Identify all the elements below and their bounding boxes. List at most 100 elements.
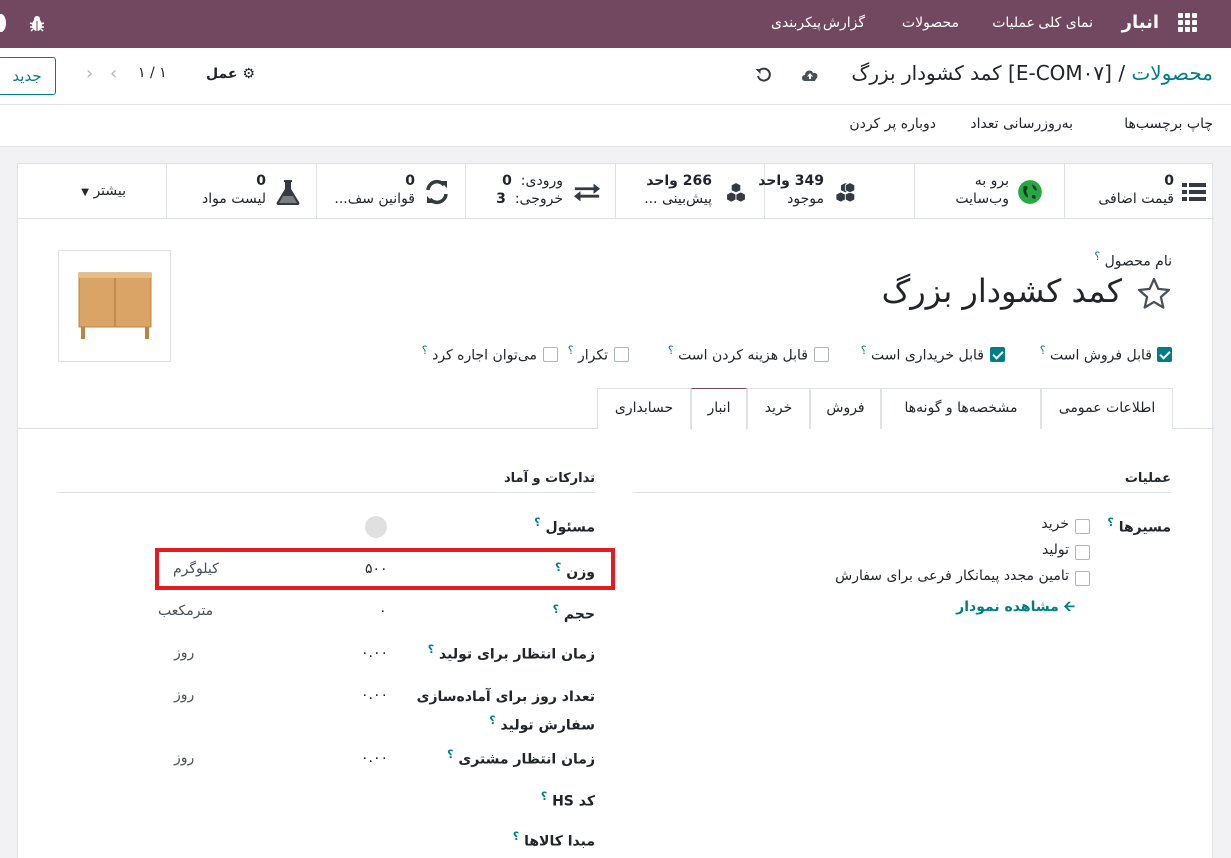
menu-reporting[interactable]: گزارش — [823, 0, 865, 48]
help-icon[interactable]: ؟ — [489, 714, 495, 727]
flask-icon — [276, 180, 300, 205]
app-brand[interactable]: انبار — [1122, 0, 1159, 48]
extra-price-label: قیمت اضافی — [1098, 191, 1174, 207]
operations-section-title: عملیات — [1124, 471, 1171, 486]
help-icon[interactable]: ؟ — [1107, 516, 1113, 529]
recurring-checkbox[interactable] — [614, 347, 629, 362]
control-panel: محصولات / [E-COM۰۷] کمد کشودار بزرگ ⚙ عم… — [0, 48, 1231, 105]
menu-operations[interactable]: عملیات — [992, 0, 1035, 48]
top-navbar: انبار نمای کلی عملیات محصولات گزارش پیکر… — [0, 0, 1231, 48]
outgoing-label: خروجی: — [514, 191, 563, 207]
action-label: عمل — [206, 66, 238, 82]
list-icon — [1182, 183, 1206, 201]
caret-down-icon: ▼ — [81, 187, 89, 198]
route-subcontract-checkbox[interactable] — [1075, 571, 1090, 586]
more-label: بیشتر — [93, 183, 126, 199]
cubes-icon — [836, 182, 856, 203]
forecast-label: پیش‌بینی ... — [644, 191, 712, 207]
bill-of-materials-button[interactable]: 0 لیست مواد — [166, 164, 316, 219]
view-diagram-label: مشاهده نمودار — [956, 599, 1059, 615]
form-sheet: 0 قیمت اضافی برو به وب‌سایت — [17, 163, 1214, 858]
on-hand-label: موجود — [787, 191, 824, 207]
in-out-button[interactable]: ورودی: 0 خروجی: 3 — [465, 164, 615, 219]
extra-price-button[interactable]: 0 قیمت اضافی — [1064, 164, 1214, 219]
new-button[interactable]: جدید — [0, 57, 56, 95]
help-icon[interactable]: ؟ — [513, 830, 519, 843]
pager-prev-icon[interactable]: ‹ — [86, 63, 93, 84]
reordering-rules-button[interactable]: 0 قوانین سف... — [316, 164, 465, 219]
tab-purchase[interactable]: خرید — [747, 388, 810, 429]
help-icon[interactable]: ؟ — [668, 344, 674, 357]
help-icon[interactable]: ؟ — [861, 344, 867, 357]
can-be-sold-checkbox[interactable] — [1157, 347, 1172, 362]
customer-lead-value[interactable]: ۰.۰۰ — [361, 750, 388, 766]
go-to-website-button[interactable]: برو به وب‌سایت — [914, 164, 1064, 219]
breadcrumb-products[interactable]: محصولات — [1131, 61, 1213, 85]
volume-unit: مترمکعب — [158, 603, 214, 619]
help-icon[interactable]: ؟ — [541, 790, 547, 803]
user-avatar[interactable] — [0, 14, 6, 32]
incoming-label: ورودی: — [520, 173, 563, 189]
smart-button-bar: 0 قیمت اضافی برو به وب‌سایت — [18, 164, 1214, 219]
help-icon[interactable]: ؟ — [553, 603, 559, 616]
bug-icon[interactable] — [28, 15, 46, 33]
update-quantity-button[interactable]: به‌روزرسانی تعداد — [970, 116, 1073, 132]
operations-divider — [633, 492, 1171, 493]
recurring-label: تکرار ؟ — [567, 344, 608, 364]
cubes-icon — [726, 182, 746, 203]
product-name-label: نام محصول ؟ — [1094, 250, 1172, 270]
view-diagram-link[interactable]: 🡨 مشاهده نمودار — [956, 596, 1075, 620]
cloud-upload-icon[interactable] — [800, 66, 820, 84]
menu-overview[interactable]: نمای کلی — [1038, 0, 1093, 48]
logistics-section-title: تدارکات و آماد — [503, 471, 595, 486]
can-be-expensed-checkbox[interactable] — [814, 347, 829, 362]
responsible-avatar[interactable] — [365, 516, 387, 538]
tab-inventory[interactable]: انبار — [691, 388, 747, 430]
help-icon[interactable]: ؟ — [428, 643, 434, 656]
volume-label: حجم ؟ — [552, 603, 595, 623]
help-icon[interactable]: ؟ — [447, 748, 453, 761]
on-hand-button[interactable]: 349 واحد موجود — [758, 164, 914, 219]
website-line2: وب‌سایت — [955, 191, 1009, 207]
responsible-label: مسئول ؟ — [534, 516, 595, 536]
help-icon[interactable]: ؟ — [1040, 344, 1046, 357]
pager-value[interactable]: ۱ / ۱ — [138, 65, 167, 81]
can-be-sold-label: قابل فروش است ؟ — [1039, 344, 1152, 364]
can-be-rented-checkbox[interactable] — [543, 347, 558, 362]
help-icon[interactable]: ؟ — [422, 344, 428, 357]
replenish-button[interactable]: دوباره پر کردن — [849, 116, 936, 132]
bom-label: لیست مواد — [201, 191, 266, 207]
apps-grid-icon[interactable] — [1177, 13, 1197, 33]
product-name[interactable]: کمد کشودار بزرگ — [882, 272, 1122, 310]
bom-value: 0 — [256, 173, 266, 189]
help-icon[interactable]: ؟ — [568, 344, 574, 357]
origin-of-goods-label: مبدا کالاها ؟ — [512, 830, 595, 850]
weight-highlight-box — [155, 548, 615, 590]
menu-configuration[interactable]: پیکربندی — [771, 0, 821, 48]
forecast-value: 266 واحد — [646, 173, 712, 189]
tab-general-information[interactable]: اطلاعات عمومی — [1041, 388, 1173, 429]
favorite-star-icon[interactable] — [1136, 276, 1172, 312]
discard-icon[interactable] — [755, 66, 773, 84]
route-buy-checkbox[interactable] — [1075, 519, 1090, 534]
volume-value[interactable]: ۰ — [379, 603, 387, 619]
tab-attributes-variants[interactable]: مشخصه‌ها و گونه‌ها — [881, 388, 1041, 429]
days-to-prepare-value[interactable]: ۰.۰۰ — [361, 687, 388, 703]
route-manufacture-checkbox[interactable] — [1075, 545, 1090, 560]
manufacturing-lead-value[interactable]: ۰.۰۰ — [361, 645, 388, 661]
can-be-purchased-checkbox[interactable] — [990, 347, 1005, 362]
menu-products[interactable]: محصولات — [902, 0, 959, 48]
tab-accounting[interactable]: حسابداری — [597, 388, 691, 429]
rules-label: قوانین سف... — [334, 191, 415, 207]
tab-sales[interactable]: فروش — [810, 388, 881, 429]
help-icon[interactable]: ؟ — [534, 516, 540, 529]
print-labels-button[interactable]: چاپ برچسب‌ها — [1124, 116, 1213, 132]
customer-lead-label: زمان انتظار مشتری ؟ — [447, 748, 595, 768]
help-icon[interactable]: ؟ — [1094, 250, 1100, 263]
action-menu[interactable]: ⚙ عمل — [206, 66, 255, 82]
pager-next-icon[interactable]: › — [110, 63, 117, 84]
forecast-button[interactable]: 266 واحد پیش‌بینی ... — [615, 164, 764, 219]
more-button[interactable]: بیشتر ▼ — [18, 164, 166, 219]
can-be-expensed-label: قابل هزینه کردن است ؟ — [667, 344, 808, 364]
product-image[interactable] — [58, 250, 171, 362]
